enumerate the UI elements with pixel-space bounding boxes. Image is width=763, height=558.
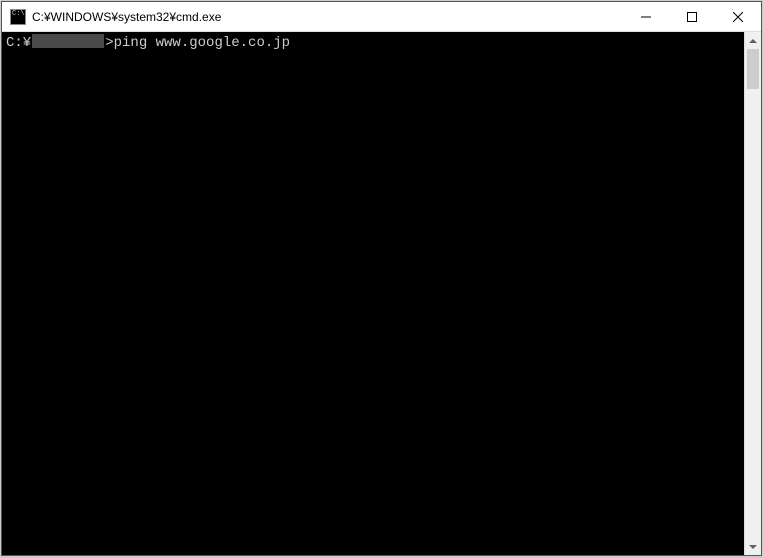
maximize-icon bbox=[687, 12, 697, 22]
scroll-down-button[interactable] bbox=[745, 538, 761, 555]
vertical-scrollbar[interactable] bbox=[744, 32, 761, 555]
redacted-path bbox=[32, 34, 104, 48]
titlebar[interactable]: C:¥WINDOWS¥system32¥cmd.exe bbox=[2, 2, 761, 32]
command-prompt-window: C:¥WINDOWS¥system32¥cmd.exe C:¥ >ping www… bbox=[1, 1, 762, 556]
close-button[interactable] bbox=[715, 2, 761, 31]
typed-command: ping www.google.co.jp bbox=[114, 35, 290, 51]
minimize-icon bbox=[641, 12, 651, 22]
command-line: C:¥ >ping www.google.co.jp bbox=[6, 34, 740, 52]
terminal-output[interactable]: C:¥ >ping www.google.co.jp bbox=[2, 32, 744, 555]
scroll-up-button[interactable] bbox=[745, 32, 761, 49]
minimize-button[interactable] bbox=[623, 2, 669, 31]
scroll-thumb[interactable] bbox=[747, 49, 759, 89]
prompt-prefix: C:¥ bbox=[6, 35, 31, 51]
chevron-down-icon bbox=[749, 545, 757, 549]
chevron-up-icon bbox=[749, 39, 757, 43]
prompt-suffix: > bbox=[105, 35, 113, 51]
cmd-icon bbox=[10, 9, 26, 25]
close-icon bbox=[733, 12, 743, 22]
window-title: C:¥WINDOWS¥system32¥cmd.exe bbox=[32, 10, 623, 24]
scroll-track[interactable] bbox=[745, 49, 761, 538]
maximize-button[interactable] bbox=[669, 2, 715, 31]
window-controls bbox=[623, 2, 761, 31]
client-area: C:¥ >ping www.google.co.jp bbox=[2, 32, 761, 555]
